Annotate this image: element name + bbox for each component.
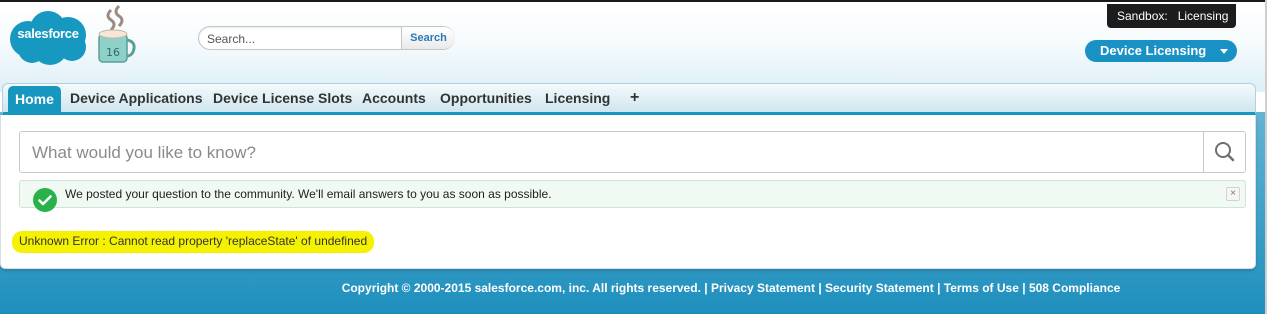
- footer-separator: |: [1018, 281, 1029, 295]
- search-input[interactable]: [207, 31, 397, 47]
- app-menu-label: Device Licensing: [1100, 43, 1207, 58]
- footer-separator: |: [700, 281, 711, 295]
- footer-separator: |: [815, 281, 826, 295]
- tab-home[interactable]: Home: [8, 86, 61, 112]
- compliance-508-link[interactable]: 508 Compliance: [1029, 281, 1120, 295]
- salesforce-logo[interactable]: salesforce: [6, 9, 90, 67]
- terms-of-use-link[interactable]: Terms of Use: [944, 281, 1019, 295]
- app-menu-button[interactable]: Device Licensing: [1085, 40, 1237, 62]
- tab-add-plus[interactable]: +: [630, 84, 639, 112]
- security-statement-link[interactable]: Security Statement: [825, 281, 934, 295]
- question-search-button[interactable]: [1203, 132, 1245, 172]
- mascot-badge: 16: [106, 46, 120, 59]
- tab-licensing[interactable]: Licensing: [545, 84, 610, 112]
- tab-device-license-slots[interactable]: Device License Slots: [213, 84, 352, 112]
- check-circle-icon: [33, 188, 57, 212]
- copyright-text: Copyright © 2000-2015 salesforce.com, in…: [341, 281, 701, 295]
- question-input[interactable]: [32, 142, 1182, 164]
- logo-text: salesforce: [17, 26, 79, 41]
- header: salesforce 16 Search Sandbox: Licensing …: [0, 2, 1267, 92]
- error-message: Unknown Error : Cannot read property 're…: [12, 231, 375, 253]
- tab-bar: Home Device Applications Device License …: [2, 83, 1256, 115]
- header-search: Search: [198, 26, 455, 50]
- search-button[interactable]: Search: [401, 27, 455, 49]
- footer: Copyright © 2000-2015 salesforce.com, in…: [0, 281, 1267, 295]
- tab-device-applications[interactable]: Device Applications: [70, 84, 203, 112]
- caret-down-icon: [1220, 49, 1228, 54]
- success-notice: We posted your question to the community…: [19, 180, 1246, 212]
- footer-separator: |: [933, 281, 944, 295]
- sandbox-badge: Sandbox: Licensing: [1107, 4, 1236, 28]
- privacy-statement-link[interactable]: Privacy Statement: [711, 281, 815, 295]
- question-search-box: [19, 131, 1246, 173]
- mascot-cup-icon: 16: [93, 4, 141, 68]
- close-icon[interactable]: ×: [1226, 187, 1240, 201]
- notice-text: We posted your question to the community…: [65, 187, 552, 201]
- search-icon: [1215, 142, 1235, 162]
- tab-accounts[interactable]: Accounts: [362, 84, 426, 112]
- tab-opportunities[interactable]: Opportunities: [440, 84, 532, 112]
